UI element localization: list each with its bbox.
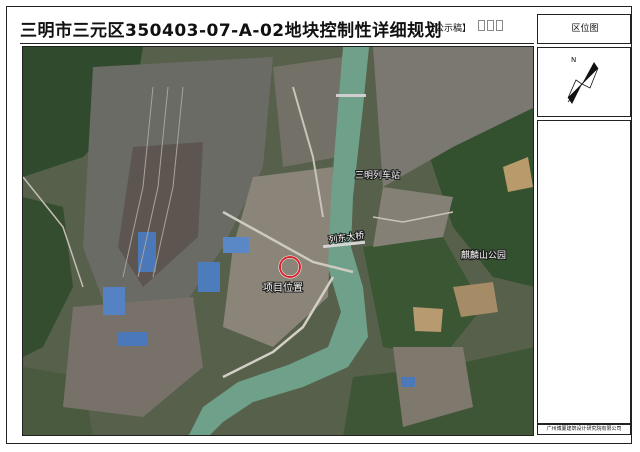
title-block-cell-3 bbox=[496, 20, 503, 31]
map-label-station: 三明列车站 bbox=[355, 169, 400, 181]
compass-letter: N bbox=[571, 56, 576, 64]
satellite-map: 三明列车站 列东大桥 麒麟山公园 项目位置 bbox=[22, 46, 534, 436]
map-label-project: 项目位置 bbox=[263, 281, 303, 294]
page-title: 三明市三元区350403-07-A-02地块控制性详细规划 bbox=[20, 21, 443, 41]
draft-label: 【公示稿】 bbox=[426, 24, 472, 34]
compass-panel: N bbox=[537, 47, 631, 117]
map-label-park: 麒麟山公园 bbox=[461, 249, 506, 261]
location-map-header: 区位图 bbox=[537, 14, 631, 44]
title-underline bbox=[20, 43, 534, 44]
location-map-title: 区位图 bbox=[571, 24, 599, 34]
title-block-cell-2 bbox=[487, 20, 494, 31]
title-block-cell-1 bbox=[478, 20, 485, 31]
location-map-area bbox=[537, 120, 631, 424]
north-arrow-icon: N bbox=[567, 56, 599, 104]
firm-name: 广州博厦建筑设计研究院有限公司 bbox=[537, 424, 631, 435]
